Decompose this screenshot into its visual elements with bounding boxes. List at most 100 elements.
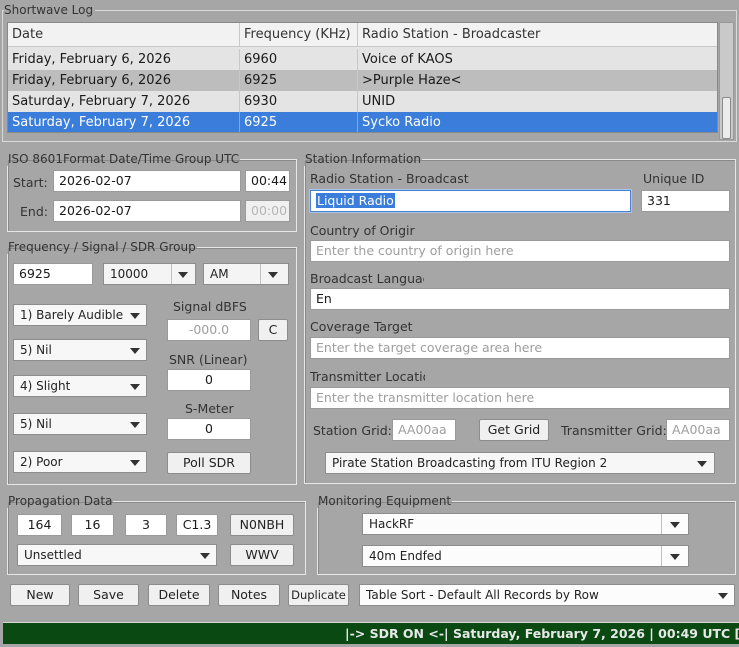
- category-value: Pirate Station Broadcasting from ITU Reg…: [332, 456, 608, 470]
- cell-date: Saturday, February 7, 2026: [8, 112, 240, 132]
- end-time-field[interactable]: 00:00: [245, 200, 290, 222]
- table-header: Date Frequency (KHz) Radio Station - Bro…: [8, 23, 717, 47]
- language-field[interactable]: En: [310, 288, 730, 310]
- snr-field[interactable]: 0: [167, 369, 251, 391]
- table-sort-dropdown[interactable]: Table Sort - Default All Records by Row: [359, 584, 735, 606]
- quality-dropdown-3[interactable]: 4) Slight: [13, 375, 147, 397]
- country-field[interactable]: Enter the country of origin here: [310, 240, 730, 262]
- start-date-field[interactable]: 2026-02-07: [53, 170, 241, 192]
- table-row[interactable]: Friday, February 6, 2026 6925 >Purple Ha…: [8, 70, 717, 91]
- cell-date: Friday, February 6, 2026: [8, 70, 240, 91]
- coverage-label: Coverage Target: [310, 319, 413, 334]
- dropdown-separator: [661, 514, 662, 534]
- start-label: Start:: [13, 175, 48, 190]
- column-header-frequency[interactable]: Frequency (KHz): [240, 23, 358, 46]
- station-name-field[interactable]: Liquid Radio: [310, 190, 631, 212]
- dropdown-value: 2) Poor: [20, 455, 63, 469]
- status-bar: |-> SDR ON <-| Saturday, February 7, 202…: [3, 622, 739, 644]
- log-table[interactable]: Date Frequency (KHz) Radio Station - Bro…: [7, 22, 718, 133]
- bandwidth-value: 10000: [110, 267, 149, 281]
- column-header-date[interactable]: Date: [8, 23, 240, 46]
- a-index-field[interactable]: 16: [71, 514, 114, 536]
- notes-button[interactable]: Notes: [218, 584, 280, 606]
- dropdown-value: 1) Barely Audible: [20, 308, 124, 322]
- transmitter-grid-label: Transmitter Grid:: [561, 423, 667, 438]
- quality-dropdown-1[interactable]: 1) Barely Audible: [13, 304, 147, 326]
- cell-station: Voice of KAOS: [362, 52, 453, 67]
- cell-frequency: 6925: [240, 112, 358, 132]
- chevron-down-icon: [670, 554, 680, 560]
- cell-date: Saturday, February 7, 2026: [8, 91, 240, 112]
- chevron-down-icon: [670, 522, 680, 528]
- get-grid-button[interactable]: Get Grid: [479, 419, 549, 441]
- callsign-button[interactable]: N0NBH: [230, 514, 294, 536]
- k-index-field[interactable]: 3: [125, 514, 167, 536]
- scrollbar-thumb[interactable]: [722, 97, 731, 139]
- antenna-value: 40m Endfed: [369, 549, 442, 563]
- save-button[interactable]: Save: [78, 584, 139, 606]
- bandwidth-dropdown[interactable]: 10000: [103, 263, 196, 285]
- chevron-down-icon: [130, 422, 140, 428]
- coverage-field[interactable]: Enter the target coverage area here: [310, 337, 730, 359]
- quality-dropdown-5[interactable]: 2) Poor: [13, 451, 147, 473]
- transmitter-grid-field[interactable]: AA00aa: [666, 419, 730, 441]
- window-title: Shortwave Log: [4, 3, 96, 17]
- receiver-dropdown[interactable]: HackRF: [362, 513, 689, 535]
- station-category-dropdown[interactable]: Pirate Station Broadcasting from ITU Reg…: [325, 452, 715, 474]
- duplicate-button[interactable]: Duplicate: [288, 584, 349, 606]
- antenna-dropdown[interactable]: 40m Endfed: [362, 545, 689, 567]
- table-scrollbar[interactable]: [719, 22, 734, 140]
- end-date-field[interactable]: 2026-02-07: [53, 200, 241, 222]
- transmitter-label: Transmitter Locatio: [310, 369, 425, 384]
- transmitter-field[interactable]: Enter the transmitter location here: [310, 387, 730, 409]
- table-row-selected[interactable]: Saturday, February 7, 2026 6925 Sycko Ra…: [8, 112, 717, 132]
- unique-id-label: Unique ID: [643, 171, 705, 186]
- propagation-legend: Propagation Data: [8, 494, 113, 508]
- monitoring-legend: Monitoring Equipment: [318, 494, 452, 508]
- dropdown-value: 5) Nil: [20, 343, 52, 357]
- chevron-down-icon: [178, 272, 188, 278]
- sfi-field[interactable]: 164: [17, 514, 62, 536]
- chevron-down-icon: [200, 553, 210, 559]
- start-time-field[interactable]: 00:44: [245, 170, 290, 192]
- new-button[interactable]: New: [10, 584, 70, 606]
- station-name-value: Liquid Radio: [316, 193, 395, 208]
- cell-station: UNID: [362, 94, 396, 109]
- station-grid-field[interactable]: AA00aa: [392, 419, 456, 441]
- xray-field[interactable]: C1.3: [176, 514, 218, 536]
- cell-station: Sycko Radio: [362, 115, 441, 130]
- chevron-down-icon: [718, 593, 728, 599]
- poll-sdr-button[interactable]: Poll SDR: [167, 452, 251, 474]
- signal-clear-button[interactable]: C: [258, 319, 288, 341]
- chevron-down-icon: [697, 461, 707, 467]
- sort-value: Table Sort - Default All Records by Row: [366, 588, 599, 602]
- unique-id-field[interactable]: 331: [641, 190, 730, 212]
- column-header-station[interactable]: Radio Station - Broadcaster: [358, 23, 717, 46]
- smeter-label: S-Meter: [185, 401, 234, 416]
- cell-station: >Purple Haze<: [362, 73, 462, 88]
- snr-label: SNR (Linear): [169, 352, 248, 367]
- iso-group-legend: ISO 8601Format Date/Time Group UTC: [8, 152, 240, 166]
- wwv-button[interactable]: WWV: [230, 544, 294, 566]
- signal-dbfs-field[interactable]: -000.0: [167, 319, 251, 341]
- frequency-group-legend: Frequency / Signal / SDR Group: [8, 240, 196, 254]
- chevron-down-icon: [130, 460, 140, 466]
- conditions-dropdown[interactable]: Unsettled: [17, 544, 217, 566]
- quality-dropdown-2[interactable]: 5) Nil: [13, 339, 147, 361]
- dropdown-separator: [260, 264, 261, 284]
- frequency-field[interactable]: 6925: [13, 263, 93, 285]
- mode-dropdown[interactable]: AM: [203, 263, 289, 285]
- cell-frequency: 6960: [240, 49, 358, 70]
- cell-frequency: 6930: [240, 91, 358, 112]
- quality-dropdown-4[interactable]: 5) Nil: [13, 413, 147, 435]
- smeter-field[interactable]: 0: [167, 418, 251, 440]
- delete-button[interactable]: Delete: [148, 584, 210, 606]
- dropdown-separator: [661, 546, 662, 566]
- station-grid-label: Station Grid:: [313, 423, 392, 438]
- chevron-down-icon: [130, 313, 140, 319]
- table-row[interactable]: Saturday, February 7, 2026 6930 UNID: [8, 91, 717, 112]
- cell-frequency: 6925: [240, 70, 358, 91]
- table-row[interactable]: Friday, February 6, 2026 6960 Voice of K…: [8, 49, 717, 70]
- signal-dbfs-label: Signal dBFS: [173, 299, 247, 314]
- mode-value: AM: [210, 267, 229, 281]
